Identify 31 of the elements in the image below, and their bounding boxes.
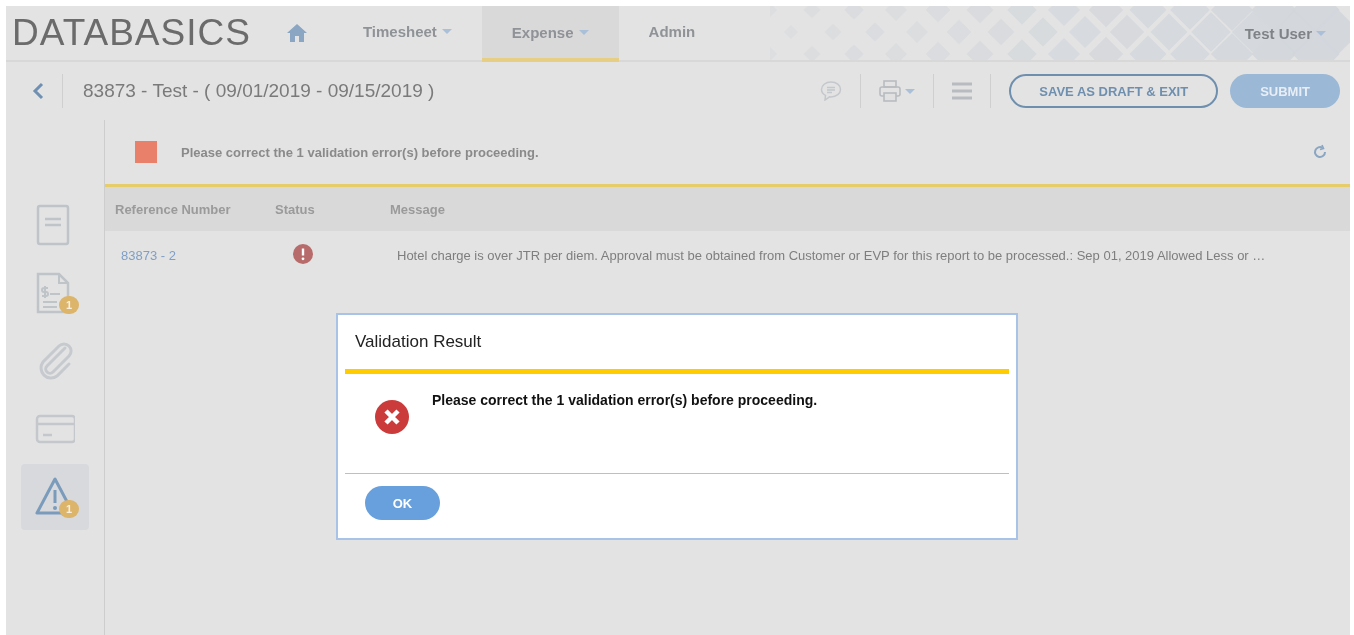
user-menu[interactable]: Test User — [1244, 24, 1326, 42]
error-icon — [375, 400, 409, 434]
nav-tab[interactable]: Timesheet — [332, 6, 482, 60]
printer-icon — [879, 80, 902, 102]
report-title: 83873 - Test - ( 09/01/2019 - 09/15/2019 ) — [83, 80, 435, 102]
caret-icon — [905, 88, 916, 94]
dialog-title: Validation Result — [354, 331, 483, 353]
table-cell-text: Hotel charge is over JTR per diem. Approval must be obtained from Customer or EVP for this report to be processed.: Sep 01, 2019 Allowed Less or … — [396, 247, 1267, 263]
sidebar-item[interactable]: 1 — [21, 464, 89, 530]
print-button[interactable] — [879, 80, 916, 102]
column-header: Reference Number — [114, 201, 232, 217]
menu-icon[interactable] — [952, 82, 973, 100]
count-badge: 1 — [59, 296, 79, 314]
alert-message: Please correct the 1 validation error(s) before proceeding. — [181, 144, 539, 160]
comment-icon[interactable] — [820, 81, 843, 101]
reference-link[interactable]: 83873 - 2 — [105, 247, 275, 263]
sidebar-item[interactable]: 1 — [21, 260, 89, 326]
nav-tab[interactable]: Expense — [481, 6, 619, 62]
column-header: Message — [390, 201, 446, 217]
logo: DATABASICS — [12, 12, 251, 54]
caret-icon — [1316, 30, 1326, 36]
count-badge: 1 — [59, 500, 79, 518]
ok-button[interactable]: OK — [365, 486, 440, 520]
nav-tab[interactable]: Admin — [618, 6, 726, 60]
save-draft-button[interactable]: SAVE AS DRAFT & EXIT — [1009, 74, 1219, 108]
refresh-icon[interactable] — [1312, 144, 1328, 160]
column-header: Status — [275, 201, 316, 217]
submit-button[interactable]: SUBMIT — [1230, 74, 1340, 108]
back-icon[interactable] — [32, 82, 44, 100]
home-icon[interactable] — [286, 24, 307, 42]
dialog-message: Please correct the 1 validation error(s) before proceeding. — [432, 392, 818, 408]
